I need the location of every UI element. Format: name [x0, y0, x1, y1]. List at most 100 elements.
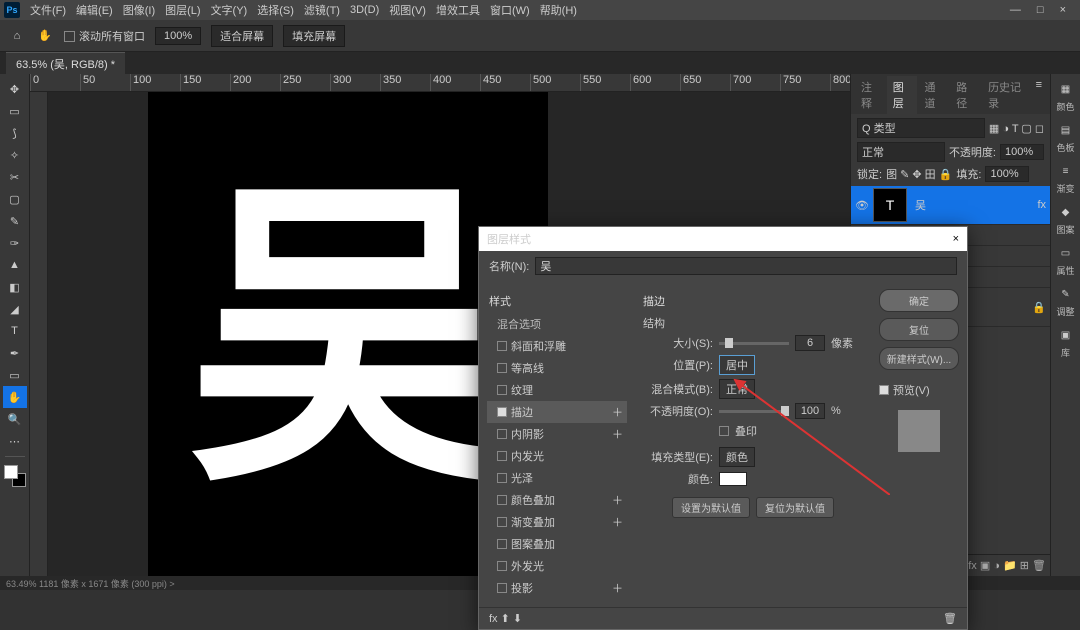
frame-tool-icon[interactable]: ▢: [3, 188, 27, 210]
tab-notes[interactable]: 注释: [855, 76, 885, 114]
color-panel-icon[interactable]: ▦: [1054, 78, 1078, 100]
move-up-icon[interactable]: ⬆: [501, 612, 510, 625]
blend-mode-select[interactable]: 正常: [719, 379, 755, 399]
reset-default-button[interactable]: 复位为默认值: [756, 497, 834, 518]
style-list: 样式 混合选项 斜面和浮雕 等高线 纹理 描边＋ 内阴影＋ 内发光 光泽 颜色叠…: [487, 289, 627, 599]
fill-screen-button[interactable]: 填充屏幕: [283, 25, 345, 47]
window-minimize[interactable]: —: [1006, 2, 1025, 18]
style-item-pattern-overlay[interactable]: 图案叠加: [487, 533, 627, 555]
move-down-icon[interactable]: ⬇: [513, 612, 522, 625]
style-item-drop-shadow[interactable]: 投影＋: [487, 577, 627, 599]
style-item-bevel[interactable]: 斜面和浮雕: [487, 335, 627, 357]
new-style-button[interactable]: 新建样式(W)...: [879, 347, 959, 370]
wand-tool-icon[interactable]: ✧: [3, 144, 27, 166]
style-item-texture[interactable]: 纹理: [487, 379, 627, 401]
opacity-field[interactable]: 100%: [1000, 144, 1044, 160]
libraries-panel-icon[interactable]: ▣: [1054, 324, 1078, 346]
menu-window[interactable]: 窗口(W): [486, 0, 534, 20]
menu-type[interactable]: 文字(Y): [207, 0, 252, 20]
style-blend-options[interactable]: 混合选项: [487, 313, 627, 335]
lock-icons[interactable]: 图 ✎ ✥ 田 🔒: [886, 166, 952, 182]
set-default-button[interactable]: 设置为默认值: [672, 497, 750, 518]
dialog-title-bar[interactable]: 图层样式 ×: [479, 227, 967, 251]
style-item-contour[interactable]: 等高线: [487, 357, 627, 379]
overprint-checkbox[interactable]: [719, 426, 729, 436]
menu-help[interactable]: 帮助(H): [536, 0, 581, 20]
zoom-tool-icon[interactable]: 🔍: [3, 408, 27, 430]
window-close[interactable]: ×: [1056, 2, 1070, 18]
size-slider[interactable]: [719, 342, 789, 345]
eyedropper-tool-icon[interactable]: ✎: [3, 210, 27, 232]
marquee-tool-icon[interactable]: ▭: [3, 100, 27, 122]
panel-menu-icon[interactable]: ≡: [1032, 76, 1046, 114]
zoom-100-button[interactable]: 100%: [155, 27, 201, 45]
more-tools-icon[interactable]: ⋯: [3, 430, 27, 452]
lock-icon: 🔒: [1032, 301, 1046, 314]
document-tab[interactable]: 63.5% (吴, RGB/8) *: [6, 52, 125, 75]
tab-layers[interactable]: 图层: [887, 76, 917, 114]
preview-checkbox[interactable]: [879, 385, 889, 395]
opacity-slider[interactable]: [719, 410, 789, 413]
lasso-tool-icon[interactable]: ⟆: [3, 122, 27, 144]
swatches-panel-icon[interactable]: ▤: [1054, 119, 1078, 141]
style-item-inner-shadow[interactable]: 内阴影＋: [487, 423, 627, 445]
menu-filter[interactable]: 滤镜(T): [300, 0, 344, 20]
fit-screen-button[interactable]: 适合屏幕: [211, 25, 273, 47]
brush-tool-icon[interactable]: ✑: [3, 232, 27, 254]
ok-button[interactable]: 确定: [879, 289, 959, 312]
style-item-outer-glow[interactable]: 外发光: [487, 555, 627, 577]
layer-row[interactable]: 👁 T 吴 fx: [851, 186, 1050, 225]
layer-kind-select[interactable]: Q 类型: [857, 118, 985, 138]
type-tool-icon[interactable]: T: [3, 320, 27, 342]
move-tool-icon[interactable]: ✥: [3, 78, 27, 100]
trash-icon[interactable]: 🗑: [943, 612, 957, 625]
tab-channels[interactable]: 通道: [919, 76, 949, 114]
menu-image[interactable]: 图像(I): [119, 0, 159, 20]
menu-3d[interactable]: 3D(D): [346, 2, 383, 18]
menu-edit[interactable]: 编辑(E): [72, 0, 117, 20]
tab-paths[interactable]: 路径: [950, 76, 980, 114]
shape-tool-icon[interactable]: ▭: [3, 364, 27, 386]
style-item-gradient-overlay[interactable]: 渐变叠加＋: [487, 511, 627, 533]
style-item-color-overlay[interactable]: 颜色叠加＋: [487, 489, 627, 511]
fx-icon[interactable]: fx: [489, 613, 498, 625]
position-select[interactable]: 居中: [719, 355, 755, 375]
pen-tool-icon[interactable]: ✒: [3, 342, 27, 364]
dialog-close-icon[interactable]: ×: [953, 233, 959, 245]
adjustments-panel-icon[interactable]: ✎: [1054, 283, 1078, 305]
menu-view[interactable]: 视图(V): [385, 0, 430, 20]
home-icon[interactable]: ⌂: [8, 27, 26, 45]
filltype-select[interactable]: 颜色: [719, 447, 755, 467]
document-tab-bar: 63.5% (吴, RGB/8) *: [0, 52, 1080, 74]
size-input[interactable]: 6: [795, 335, 825, 351]
crop-tool-icon[interactable]: ✂: [3, 166, 27, 188]
menu-file[interactable]: 文件(F): [26, 0, 70, 20]
gradient-tool-icon[interactable]: ◢: [3, 298, 27, 320]
blend-mode-select[interactable]: 正常: [857, 142, 945, 162]
style-item-inner-glow[interactable]: 内发光: [487, 445, 627, 467]
hand-tool-icon[interactable]: ✋: [36, 27, 54, 45]
cancel-button[interactable]: 复位: [879, 318, 959, 341]
hand-tool-icon[interactable]: ✋: [3, 386, 27, 408]
gradients-panel-icon[interactable]: ≡: [1054, 160, 1078, 182]
style-item-stroke[interactable]: 描边＋: [487, 401, 627, 423]
name-input[interactable]: [535, 257, 957, 275]
stamp-tool-icon[interactable]: ▲: [3, 254, 27, 276]
opacity-input[interactable]: 100: [795, 403, 825, 419]
tab-history[interactable]: 历史记录: [982, 76, 1030, 114]
style-item-satin[interactable]: 光泽: [487, 467, 627, 489]
fill-field[interactable]: 100%: [985, 166, 1029, 182]
properties-panel-icon[interactable]: ▭: [1054, 242, 1078, 264]
scroll-all-checkbox[interactable]: [64, 31, 75, 42]
eraser-tool-icon[interactable]: ◧: [3, 276, 27, 298]
fx-badge[interactable]: fx: [1037, 199, 1046, 211]
menu-select[interactable]: 选择(S): [253, 0, 298, 20]
window-maximize[interactable]: □: [1033, 2, 1048, 18]
visibility-icon[interactable]: 👁: [855, 199, 869, 212]
menu-layer[interactable]: 图层(L): [161, 0, 204, 20]
color-swatch[interactable]: [719, 472, 747, 486]
menu-plugins[interactable]: 增效工具: [432, 0, 484, 20]
patterns-panel-icon[interactable]: ◆: [1054, 201, 1078, 223]
color-swatch[interactable]: [4, 465, 26, 487]
layer-name[interactable]: 吴: [911, 197, 1033, 213]
